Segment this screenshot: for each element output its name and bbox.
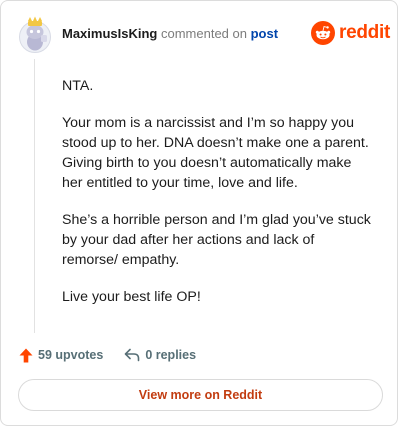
- upvote-arrow-icon: [19, 348, 33, 362]
- reddit-wordmark: reddit: [339, 22, 390, 43]
- post-link[interactable]: post: [251, 26, 278, 41]
- comment-paragraph: NTA.: [62, 78, 94, 94]
- upvote-count: 59 upvotes: [38, 348, 104, 362]
- comment-paragraph: Your mom is a narcissist and I’m so happ…: [62, 115, 369, 191]
- reply-arrow-icon: [125, 348, 140, 362]
- reply-count: 0 replies: [145, 348, 197, 362]
- commented-on-text: commented on: [160, 26, 247, 41]
- reply-button[interactable]: 0 replies: [124, 348, 196, 362]
- snoo-avatar-icon[interactable]: [18, 15, 52, 53]
- comment-header: MaximusIsKing commented on post: [62, 26, 278, 42]
- reddit-brand[interactable]: reddit: [311, 20, 390, 46]
- comment-embed-card: MaximusIsKing commented on post reddit N…: [0, 0, 398, 426]
- view-more-button[interactable]: View more on Reddit: [18, 379, 383, 411]
- comment-actions: 59 upvotes 0 replies: [19, 346, 196, 364]
- comment-body: NTA. Your mom is a narcissist and I’m so…: [62, 76, 372, 324]
- comment-paragraph: She’s a horrible person and I’m glad you…: [62, 212, 371, 268]
- username[interactable]: MaximusIsKing: [62, 26, 157, 41]
- reddit-logo-icon: [311, 21, 335, 45]
- snoo-avatar-graphic: [19, 16, 51, 53]
- upvote-button[interactable]: 59 upvotes: [19, 348, 103, 363]
- comment-paragraph: Live your best life OP!: [62, 289, 201, 305]
- thread-line: [34, 59, 35, 333]
